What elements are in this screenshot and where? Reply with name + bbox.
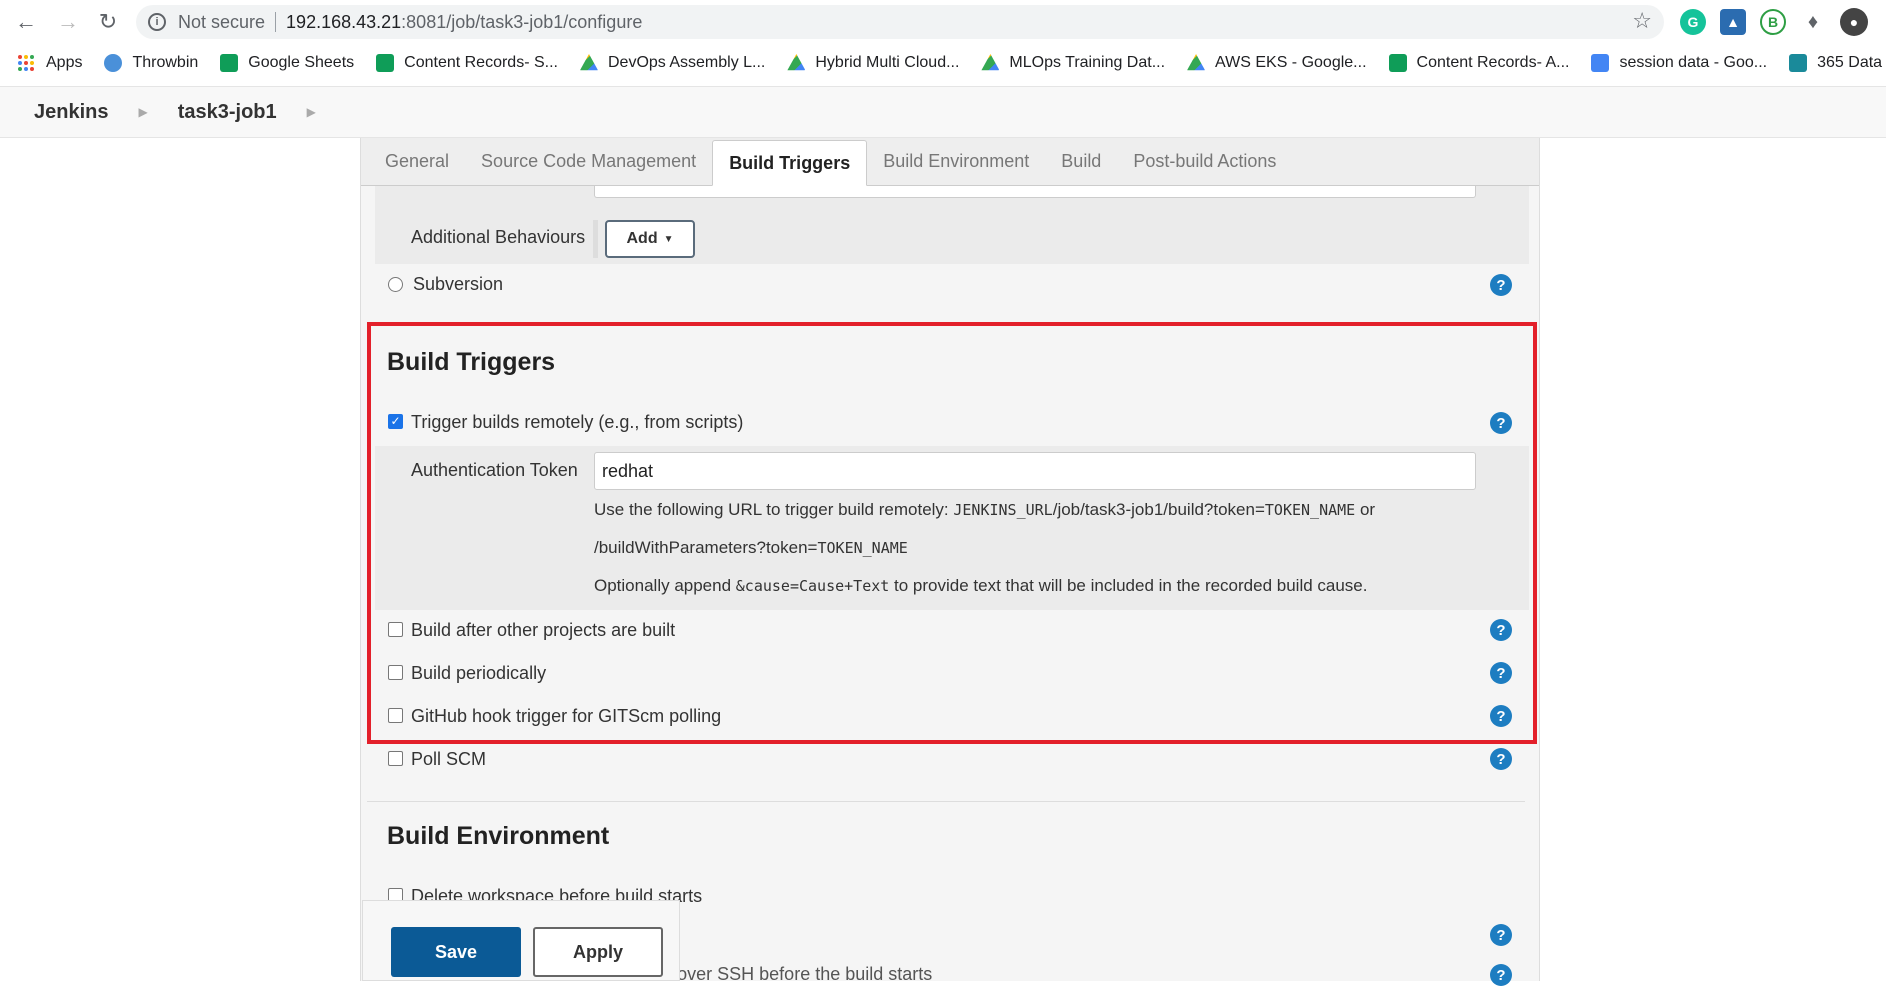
divider [275, 12, 277, 32]
add-button-label: Add [626, 230, 658, 247]
sheets-icon [1388, 54, 1407, 72]
apps-grid-icon [18, 55, 34, 71]
breadcrumb-jenkins[interactable]: Jenkins [34, 101, 108, 124]
bookmark-aws-eks[interactable]: AWS EKS - Google... [1187, 54, 1367, 72]
bookmark-label: DevOps Assembly L... [607, 54, 766, 71]
forward-icon[interactable]: → [50, 4, 86, 40]
bookmark-throwbin[interactable]: Throwbin [104, 54, 198, 72]
add-behaviour-button[interactable]: Add ▼ [605, 220, 695, 258]
breadcrumb: Jenkins ▶ task3-job1 ▶ [0, 86, 1886, 138]
url-host: 192.168.43.21 [286, 11, 402, 32]
tab-build-triggers[interactable]: Build Triggers [712, 140, 868, 186]
bookmark-mlops[interactable]: MLOps Training Dat... [981, 54, 1165, 72]
sheets-icon [220, 54, 239, 72]
not-secure-label: Not secure [178, 11, 266, 32]
poll-scm-checkbox[interactable] [388, 751, 403, 766]
extension-b-icon[interactable]: B [1760, 9, 1786, 35]
bookmarks-bar: Apps Throwbin Google Sheets Content Reco… [0, 46, 1886, 80]
bookmark-label: Content Records- S... [404, 54, 558, 71]
bookmark-google-sheets[interactable]: Google Sheets [220, 54, 354, 72]
additional-behaviours-label: Additional Behaviours [411, 227, 586, 247]
bookmark-label: Content Records- A... [1416, 54, 1570, 71]
extension-chart-icon[interactable]: ▲ [1720, 9, 1746, 35]
config-panel: General Source Code Management Build Tri… [360, 138, 1540, 986]
bookmark-content-records-s[interactable]: Content Records- S... [376, 54, 558, 72]
bookmark-session-data[interactable]: session data - Goo... [1591, 54, 1767, 72]
bookmark-label: Apps [46, 54, 83, 71]
bookmark-label: Google Sheets [248, 54, 355, 71]
drive-icon [981, 54, 1000, 71]
input-field[interactable] [594, 186, 1476, 198]
bottom-sticky-bar: Save Apply [362, 900, 680, 981]
help-icon[interactable]: ? [1490, 274, 1512, 296]
bookmark-apps[interactable]: Apps [18, 54, 82, 72]
drive-icon [787, 54, 806, 71]
bookmark-label: Hybrid Multi Cloud... [815, 54, 960, 71]
block-divider [593, 220, 598, 258]
drive-icon [579, 54, 598, 71]
bookmark-label: AWS EKS - Google... [1215, 54, 1367, 71]
bookmark-365-data-science[interactable]: 365 Data Science [1789, 54, 1886, 72]
puzzle-icon[interactable]: ♦ [1800, 9, 1826, 35]
config-tabs: General Source Code Management Build Tri… [361, 138, 1539, 186]
reload-icon[interactable]: ↻ [90, 4, 126, 40]
bookmark-label: MLOps Training Dat... [1009, 54, 1166, 71]
breadcrumb-job[interactable]: task3-job1 [178, 101, 277, 124]
apply-button[interactable]: Apply [533, 927, 663, 977]
data-science-icon [1789, 54, 1808, 72]
bookmark-label: Throwbin [132, 54, 199, 71]
bookmark-hybrid-multi-cloud[interactable]: Hybrid Multi Cloud... [787, 54, 959, 72]
bookmark-label: session data - Goo... [1619, 54, 1768, 71]
save-button[interactable]: Save [391, 927, 521, 977]
bookmark-label: 365 Data Science [1817, 54, 1886, 71]
grammarly-icon[interactable]: G [1680, 9, 1706, 35]
tab-source-code-management[interactable]: Source Code Management [465, 137, 712, 185]
throwbin-icon [104, 54, 123, 72]
build-environment-heading: Build Environment [387, 822, 610, 850]
address-bar[interactable]: i Not secure 192.168.43.21:8081/job/task… [136, 5, 1664, 39]
help-icon[interactable]: ? [1490, 748, 1512, 770]
avatar[interactable]: ● [1840, 8, 1868, 36]
browser-toolbar: ← → ↻ i Not secure 192.168.43.21:8081/jo… [0, 0, 1886, 44]
drive-icon [1187, 54, 1206, 71]
info-icon[interactable]: i [148, 13, 166, 31]
chevron-right-icon[interactable]: ▶ [307, 105, 316, 119]
tab-post-build-actions[interactable]: Post-build Actions [1117, 137, 1292, 185]
tab-general[interactable]: General [369, 137, 465, 185]
subversion-label: Subversion [413, 274, 504, 294]
help-icon[interactable]: ? [1490, 964, 1512, 986]
chevron-right-icon[interactable]: ▶ [138, 105, 147, 119]
help-icon[interactable]: ? [1490, 924, 1512, 946]
section-divider [367, 801, 1525, 802]
star-icon[interactable]: ☆ [1632, 8, 1652, 34]
bookmark-content-records-a[interactable]: Content Records- A... [1388, 54, 1570, 72]
url-path: :8081/job/task3-job1/configure [401, 11, 643, 32]
docs-icon [1591, 54, 1610, 72]
subversion-radio[interactable] [388, 277, 403, 292]
highlight-annotation [367, 322, 1537, 744]
back-icon[interactable]: ← [8, 4, 44, 40]
caret-down-icon: ▼ [663, 233, 674, 245]
poll-scm-label: Poll SCM [411, 749, 487, 769]
tab-build-environment[interactable]: Build Environment [867, 137, 1045, 185]
tab-build[interactable]: Build [1045, 137, 1117, 185]
sheets-icon [376, 54, 395, 72]
bookmark-devops[interactable]: DevOps Assembly L... [579, 54, 766, 72]
